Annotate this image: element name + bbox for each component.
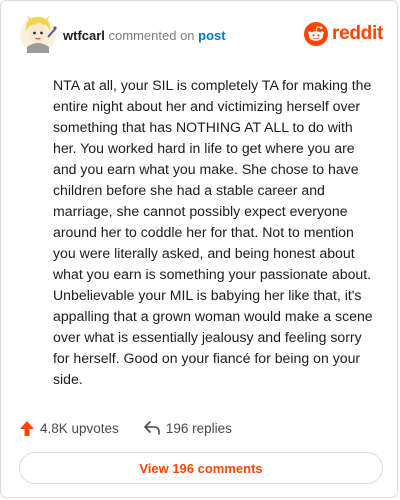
reddit-logo-icon <box>304 22 329 46</box>
comment-header: wtfcarl commented on post reddit <box>19 13 383 55</box>
comment-card: wtfcarl commented on post reddit NTA at … <box>0 0 398 498</box>
post-link[interactable]: post <box>198 28 225 43</box>
reply-stat[interactable]: 196 replies <box>143 420 232 436</box>
upvote-count: 4.8K upvotes <box>40 420 119 436</box>
action-text: commented on <box>108 28 195 43</box>
upvote-stat[interactable]: 4.8K upvotes <box>19 420 119 437</box>
username[interactable]: wtfcarl <box>63 28 105 43</box>
user-avatar[interactable] <box>19 13 59 55</box>
reddit-wordmark: reddit <box>332 23 383 44</box>
comment-body: NTA at all, your SIL is completely TA fo… <box>53 77 373 387</box>
comment-meta: wtfcarl commented on post <box>63 28 226 43</box>
reply-count: 196 replies <box>165 420 232 436</box>
comment-stats: 4.8K upvotes 196 replies <box>19 417 232 439</box>
reply-arrow-icon[interactable] <box>143 420 161 436</box>
upvote-arrow-icon[interactable] <box>19 420 35 437</box>
reddit-brand[interactable]: reddit <box>304 21 383 47</box>
view-comments-button[interactable]: View 196 comments <box>19 452 383 484</box>
